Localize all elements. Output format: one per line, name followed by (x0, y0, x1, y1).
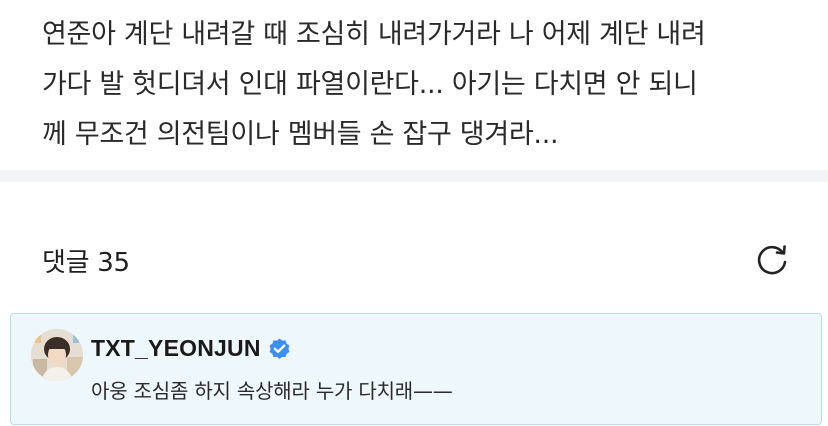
post-body: 연준아 계단 내려갈 때 조심히 내려가거라 나 어제 계단 내려 가다 발 헛… (42, 10, 812, 160)
avatar[interactable] (31, 329, 83, 381)
refresh-icon (757, 245, 787, 275)
post-line: 가다 발 헛디뎌서 인대 파열이란다... 아기는 다치면 안 되니 (42, 69, 698, 100)
refresh-button[interactable] (752, 240, 792, 280)
comments-count: 댓글 35 (42, 247, 130, 278)
section-divider (0, 170, 828, 182)
post-line: 연준아 계단 내려갈 때 조심히 내려가거라 나 어제 계단 내려 (42, 19, 706, 50)
comment-author-row: TXT_YEONJUN (91, 333, 292, 363)
comments-header: 댓글 35 (42, 238, 792, 282)
verified-badge-icon (267, 336, 292, 361)
comment-text: 아웅 조심좀 하지 속상해라 누가 다치래—— (91, 379, 453, 403)
comment-author[interactable]: TXT_YEONJUN (91, 335, 261, 362)
post-line: 께 무조건 의전팀이나 멤버들 손 잡구 댕겨라... (42, 119, 559, 150)
comment-card: TXT_YEONJUN 아웅 조심좀 하지 속상해라 누가 다치래—— (10, 313, 822, 425)
